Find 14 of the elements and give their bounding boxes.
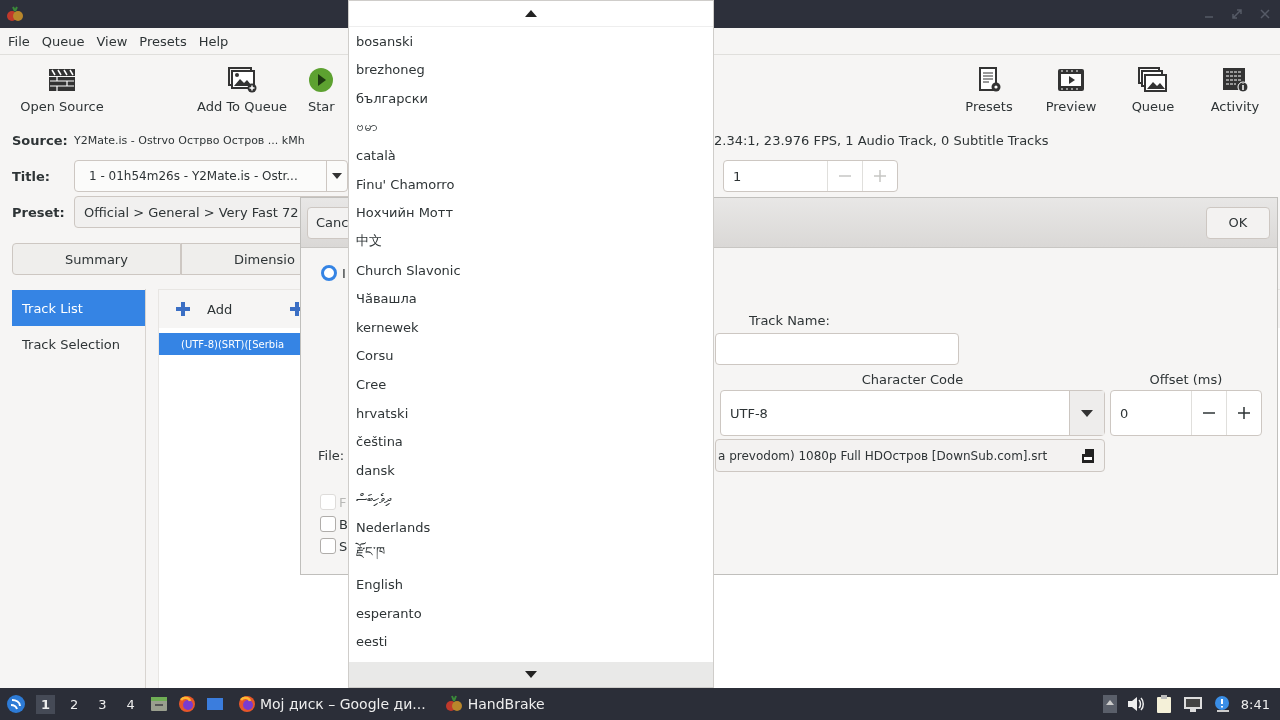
radio-label: I — [342, 265, 346, 281]
source-label: Source: — [12, 132, 69, 148]
character-code-label: Character Code — [861, 372, 964, 387]
checkbox-label: S — [339, 538, 348, 554]
file-label: File: — [318, 448, 345, 463]
preset-label: Preset: — [12, 204, 66, 220]
title-label: Title: — [12, 168, 51, 184]
offset-label: Offset (ms) — [1149, 372, 1223, 387]
source-info: 2.34:1, 23.976 FPS, 1 Audio Track, 0 Subtitle Tracks — [714, 132, 1050, 148]
checkbox-label: F — [339, 494, 347, 510]
source-name: Y2Mate.is - Ostrvo Острво Остров ... kMh — [74, 133, 305, 147]
checkbox-label: B — [339, 516, 348, 532]
clock: 8:41 — [1240, 696, 1270, 712]
track-name-label: Track Name: — [749, 313, 830, 328]
